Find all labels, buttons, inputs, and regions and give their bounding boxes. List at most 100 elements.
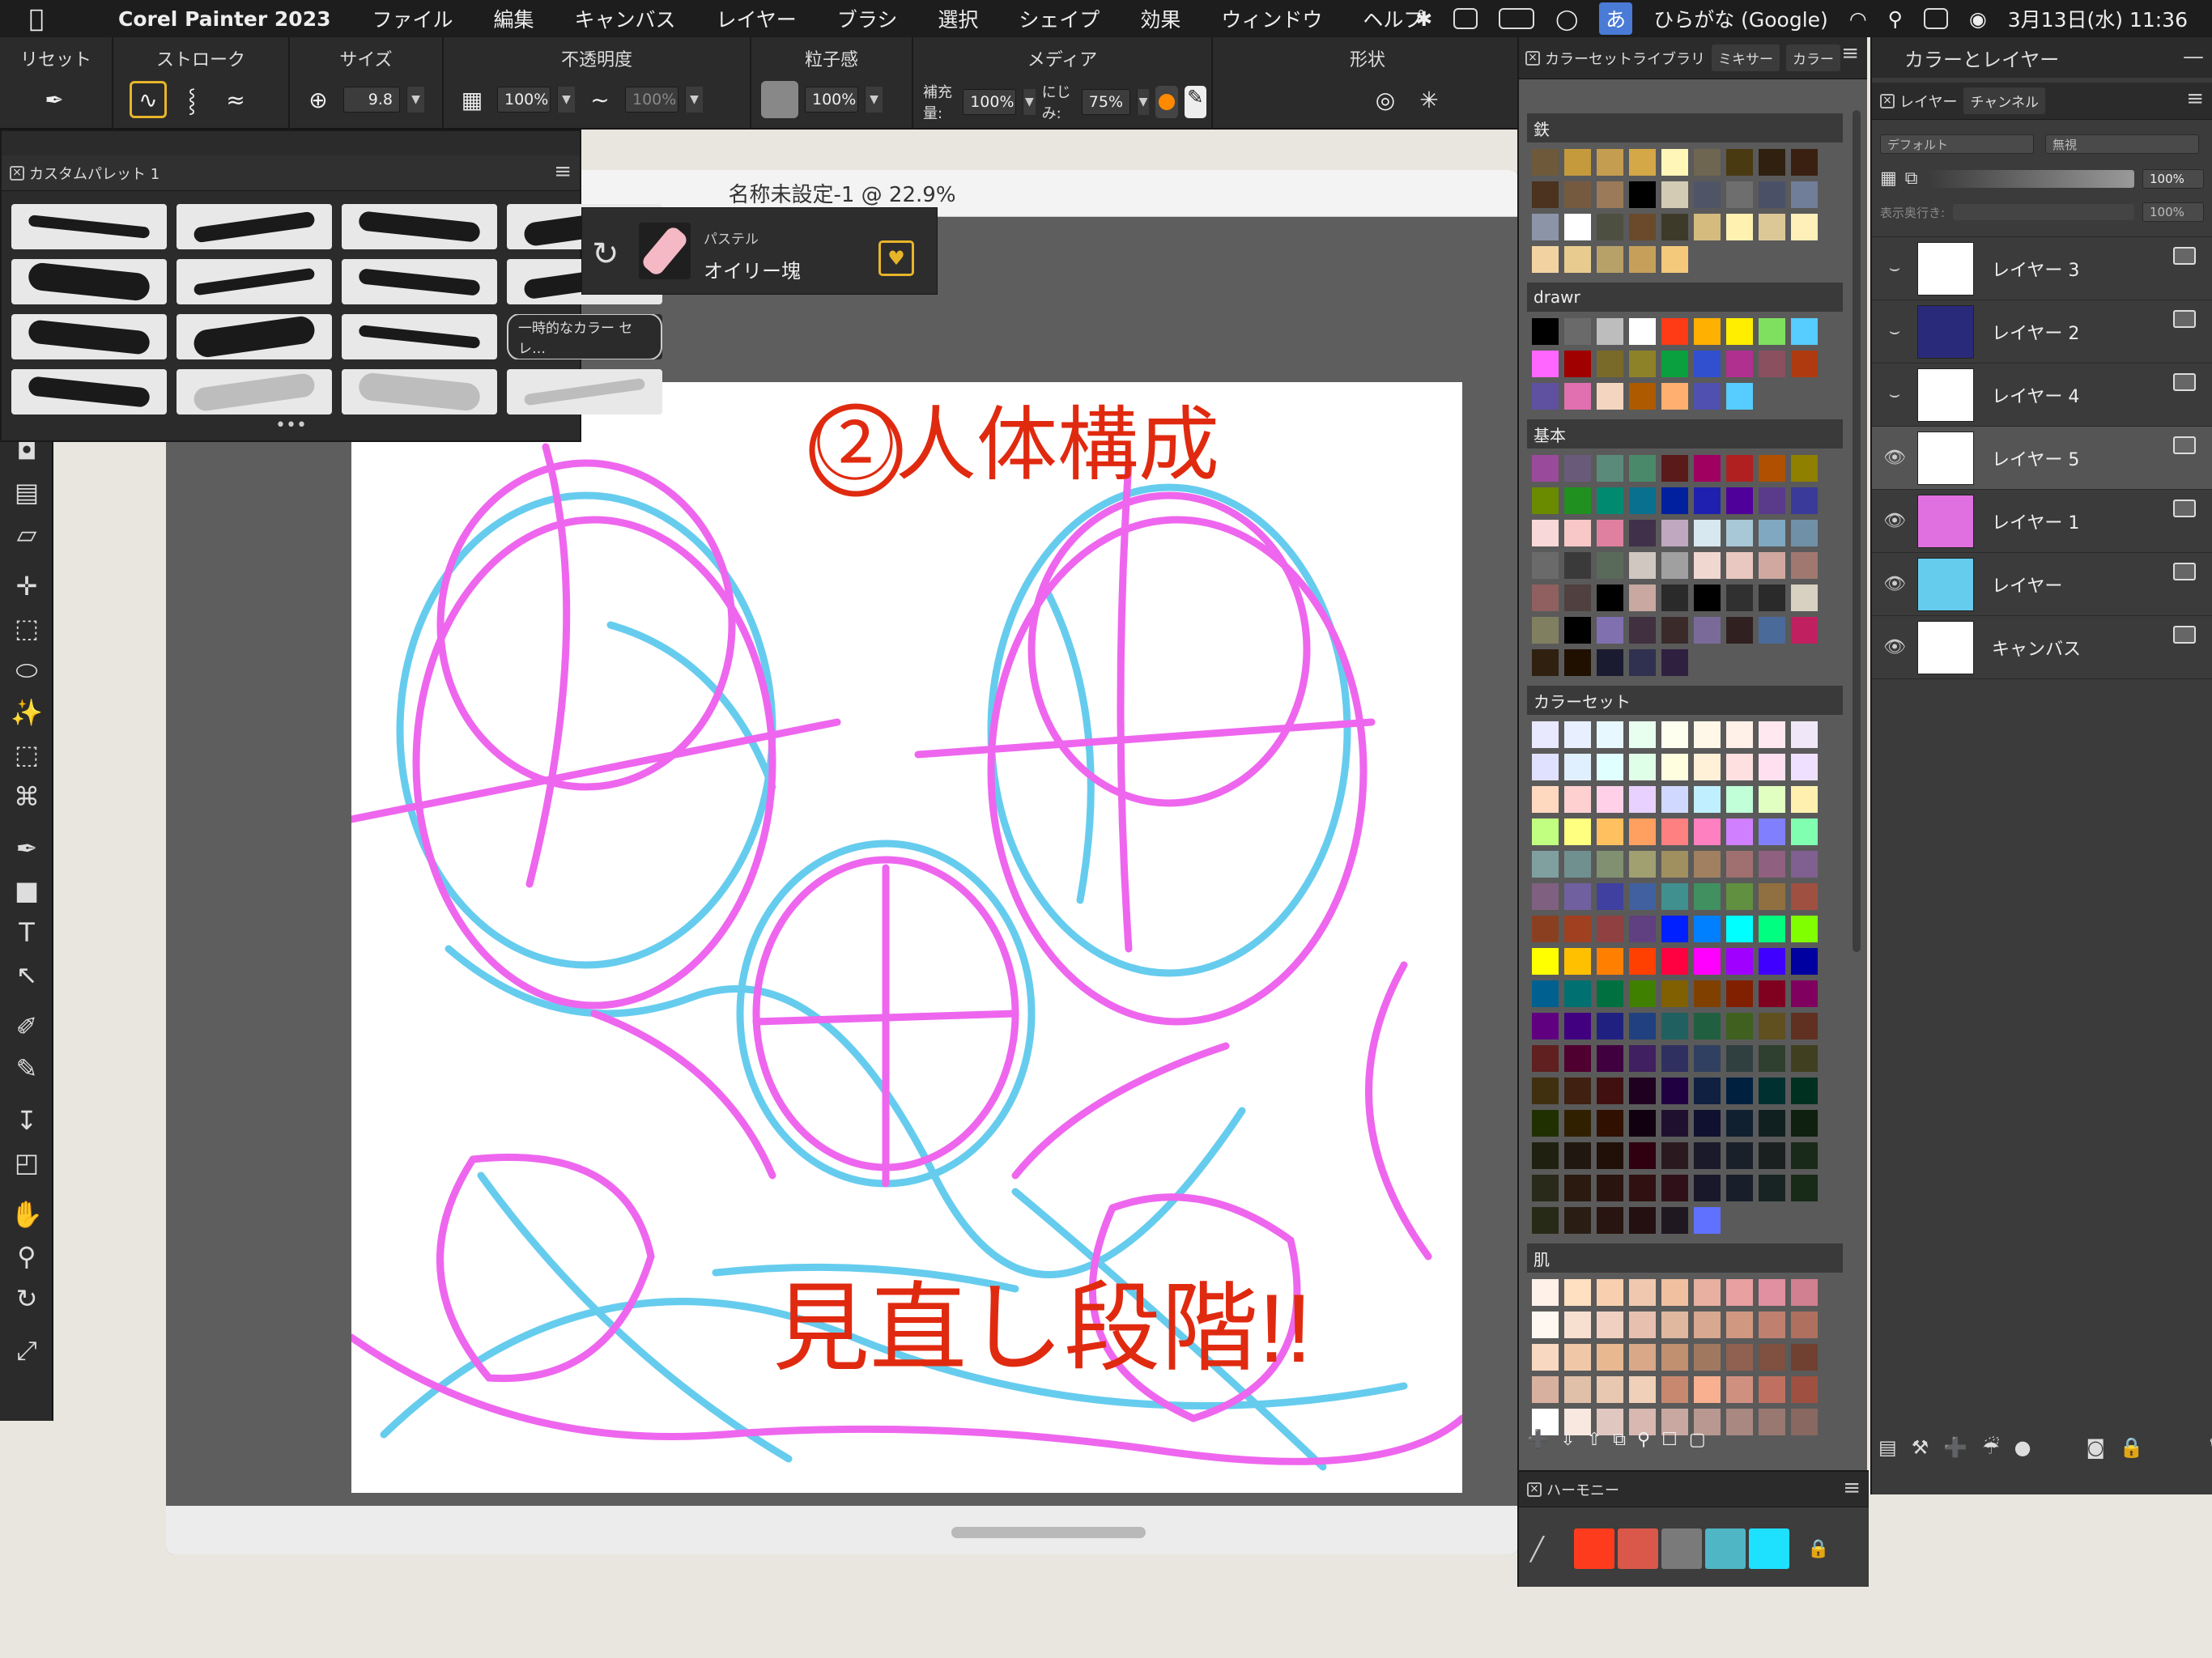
color-swatch[interactable]: [1629, 851, 1656, 878]
layer-row[interactable]: 👁 レイヤー: [1872, 553, 2212, 616]
screen-mirror-icon[interactable]: [1453, 8, 1478, 29]
brush-icon[interactable]: ✎: [0, 1048, 53, 1090]
color-swatch[interactable]: [1661, 1344, 1688, 1371]
color-swatch[interactable]: [1597, 149, 1623, 176]
color-swatch[interactable]: [1661, 786, 1688, 813]
color-swatch[interactable]: [1564, 1013, 1591, 1039]
color-swatch[interactable]: [1564, 1376, 1591, 1403]
color-swatch[interactable]: [1532, 520, 1559, 546]
grain-texture-icon[interactable]: [761, 81, 798, 118]
color-swatch[interactable]: [1726, 948, 1753, 975]
color-swatch[interactable]: [1759, 754, 1785, 780]
color-swatch[interactable]: [1629, 617, 1656, 644]
reset-brush-icon[interactable]: ✒: [36, 81, 73, 118]
color-swatch[interactable]: [1629, 721, 1656, 748]
color-swatch[interactable]: [1661, 585, 1688, 611]
color-swatch[interactable]: [1759, 1175, 1785, 1201]
layer-row[interactable]: 👁 レイヤー 1: [1872, 490, 2212, 553]
input-method[interactable]: ひらがな (Google): [1653, 4, 1828, 33]
grain-input[interactable]: 100%: [805, 87, 858, 113]
color-swatch[interactable]: [1564, 1312, 1591, 1338]
color-swatch[interactable]: [1564, 487, 1591, 514]
color-swatch[interactable]: [1532, 383, 1559, 410]
color-swatch[interactable]: [1694, 980, 1721, 1007]
color-swatch[interactable]: [1726, 721, 1753, 748]
color-swatch[interactable]: [1726, 1175, 1753, 1201]
color-swatch[interactable]: [1694, 552, 1721, 579]
color-swatch[interactable]: [1694, 520, 1721, 546]
brush-variant-thumb[interactable]: [177, 369, 332, 414]
color-swatch[interactable]: [1532, 980, 1559, 1007]
color-swatch[interactable]: [1597, 851, 1623, 878]
color-swatch[interactable]: [1759, 851, 1785, 878]
color-swatch[interactable]: [1759, 1078, 1785, 1104]
color-swatch[interactable]: [1726, 1142, 1753, 1169]
close-icon[interactable]: ×: [1527, 1482, 1542, 1497]
color-swatch[interactable]: [1726, 1344, 1753, 1371]
color-swatch[interactable]: [1726, 520, 1753, 546]
menu-brush[interactable]: ブラシ: [837, 4, 898, 33]
color-set-header[interactable]: 鉄: [1527, 113, 1843, 142]
size-input[interactable]: 9.8: [343, 87, 400, 113]
brush-variant-thumb[interactable]: [11, 314, 167, 359]
battery-icon[interactable]: [1499, 8, 1535, 29]
color-set-header[interactable]: 肌: [1527, 1244, 1843, 1273]
grabber-hand-icon[interactable]: ✋: [0, 1193, 53, 1235]
rotate-page-icon[interactable]: ↻: [0, 1278, 53, 1320]
color-swatch[interactable]: [1629, 552, 1656, 579]
remove-set-icon[interactable]: ▢: [1689, 1430, 1706, 1450]
color-swatch[interactable]: [1791, 1078, 1818, 1104]
color-swatch[interactable]: [1564, 455, 1591, 482]
color-swatch[interactable]: [1629, 520, 1656, 546]
color-swatch[interactable]: [1629, 351, 1656, 377]
favorite-heart-icon[interactable]: ♥: [878, 240, 914, 276]
color-swatch[interactable]: [1597, 948, 1623, 975]
harmony-swatch[interactable]: [1574, 1528, 1614, 1569]
color-swatch[interactable]: [1759, 1013, 1785, 1039]
color-swatch[interactable]: [1726, 585, 1753, 611]
color-swatch[interactable]: [1564, 1078, 1591, 1104]
color-swatch[interactable]: [1661, 552, 1688, 579]
color-swatch[interactable]: [1661, 1045, 1688, 1072]
color-swatch[interactable]: [1726, 980, 1753, 1007]
color-swatch[interactable]: [1759, 1110, 1785, 1137]
harmony-swatch[interactable]: [1661, 1528, 1702, 1569]
pen-icon[interactable]: ✒: [0, 827, 53, 869]
user-icon[interactable]: ◯: [1555, 7, 1578, 31]
color-swatch[interactable]: [1791, 181, 1818, 208]
color-swatch[interactable]: [1597, 487, 1623, 514]
panel-menu-icon[interactable]: ≡: [554, 161, 572, 182]
color-swatch[interactable]: [1532, 1110, 1559, 1137]
color-swatch[interactable]: [1597, 818, 1623, 845]
color-swatch[interactable]: [1564, 1344, 1591, 1371]
more-dots-icon[interactable]: •••: [275, 415, 307, 436]
close-icon[interactable]: ×: [1880, 93, 1895, 108]
search-icon[interactable]: ⚲: [1637, 1430, 1650, 1450]
panel-menu-icon[interactable]: ≡: [1843, 1477, 1861, 1499]
freehand-stroke-icon[interactable]: ∿: [130, 81, 167, 118]
opacity-expression-icon[interactable]: ∼: [581, 81, 619, 118]
color-swatch[interactable]: [1532, 1279, 1559, 1306]
color-swatch[interactable]: [1726, 1376, 1753, 1403]
eye-closed-icon[interactable]: ⌣: [1872, 385, 1917, 405]
color-swatch[interactable]: [1759, 214, 1785, 240]
color-swatch[interactable]: [1661, 1110, 1688, 1137]
layer-opacity-value[interactable]: 100%: [2142, 168, 2204, 189]
opacity-input-2[interactable]: 100%: [625, 87, 678, 113]
opacity-dropdown-icon[interactable]: ▼: [557, 87, 575, 113]
color-swatch[interactable]: [1564, 585, 1591, 611]
color-swatch[interactable]: [1661, 1175, 1688, 1201]
color-swatch[interactable]: [1597, 617, 1623, 644]
color-swatch[interactable]: [1694, 721, 1721, 748]
color-swatch[interactable]: [1597, 1078, 1623, 1104]
color-swatch[interactable]: [1791, 851, 1818, 878]
bleed-input[interactable]: 75%: [1081, 89, 1130, 115]
color-swatch[interactable]: [1532, 1344, 1559, 1371]
color-swatch[interactable]: [1759, 1344, 1785, 1371]
color-swatch[interactable]: [1532, 1175, 1559, 1201]
eye-closed-icon[interactable]: ⌣: [1872, 321, 1917, 342]
color-swatch[interactable]: [1694, 1045, 1721, 1072]
color-swatch[interactable]: [1694, 383, 1721, 410]
color-swatch[interactable]: [1694, 487, 1721, 514]
color-swatch[interactable]: [1726, 552, 1753, 579]
